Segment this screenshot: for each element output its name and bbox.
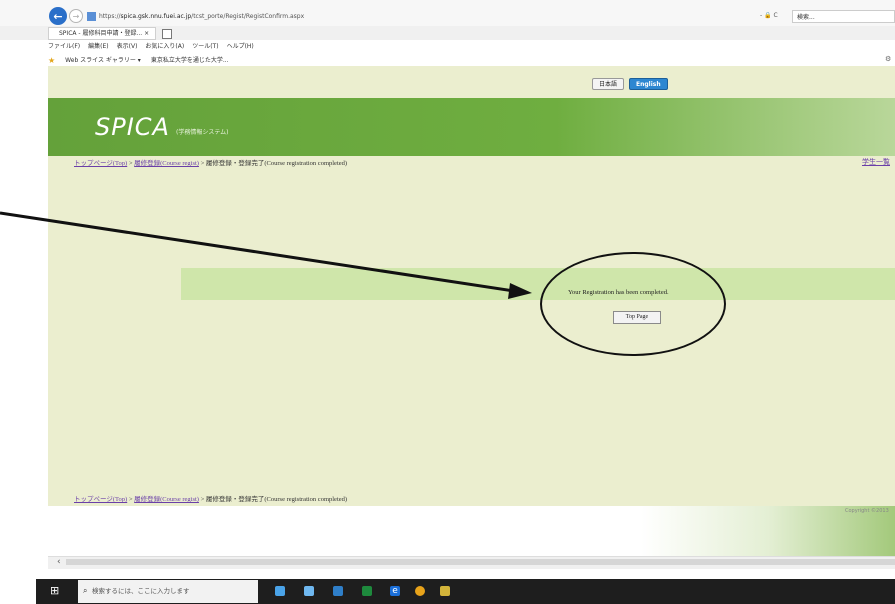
taskbar-search-input[interactable]: 検索するには、ここに入力します (78, 580, 258, 603)
task-view-icon[interactable] (275, 586, 285, 596)
annotation-arrow (0, 211, 532, 299)
edge-icon[interactable]: e (390, 586, 400, 596)
explorer-icon[interactable] (304, 586, 314, 596)
annotation-circle (540, 252, 726, 356)
store-icon[interactable] (333, 586, 343, 596)
folder-icon[interactable] (440, 586, 450, 596)
search-icon: ⌕ (83, 586, 88, 595)
excel-icon[interactable] (362, 586, 372, 596)
windows-start-icon[interactable]: ⊞ (50, 584, 64, 598)
chrome-icon[interactable] (415, 586, 425, 596)
